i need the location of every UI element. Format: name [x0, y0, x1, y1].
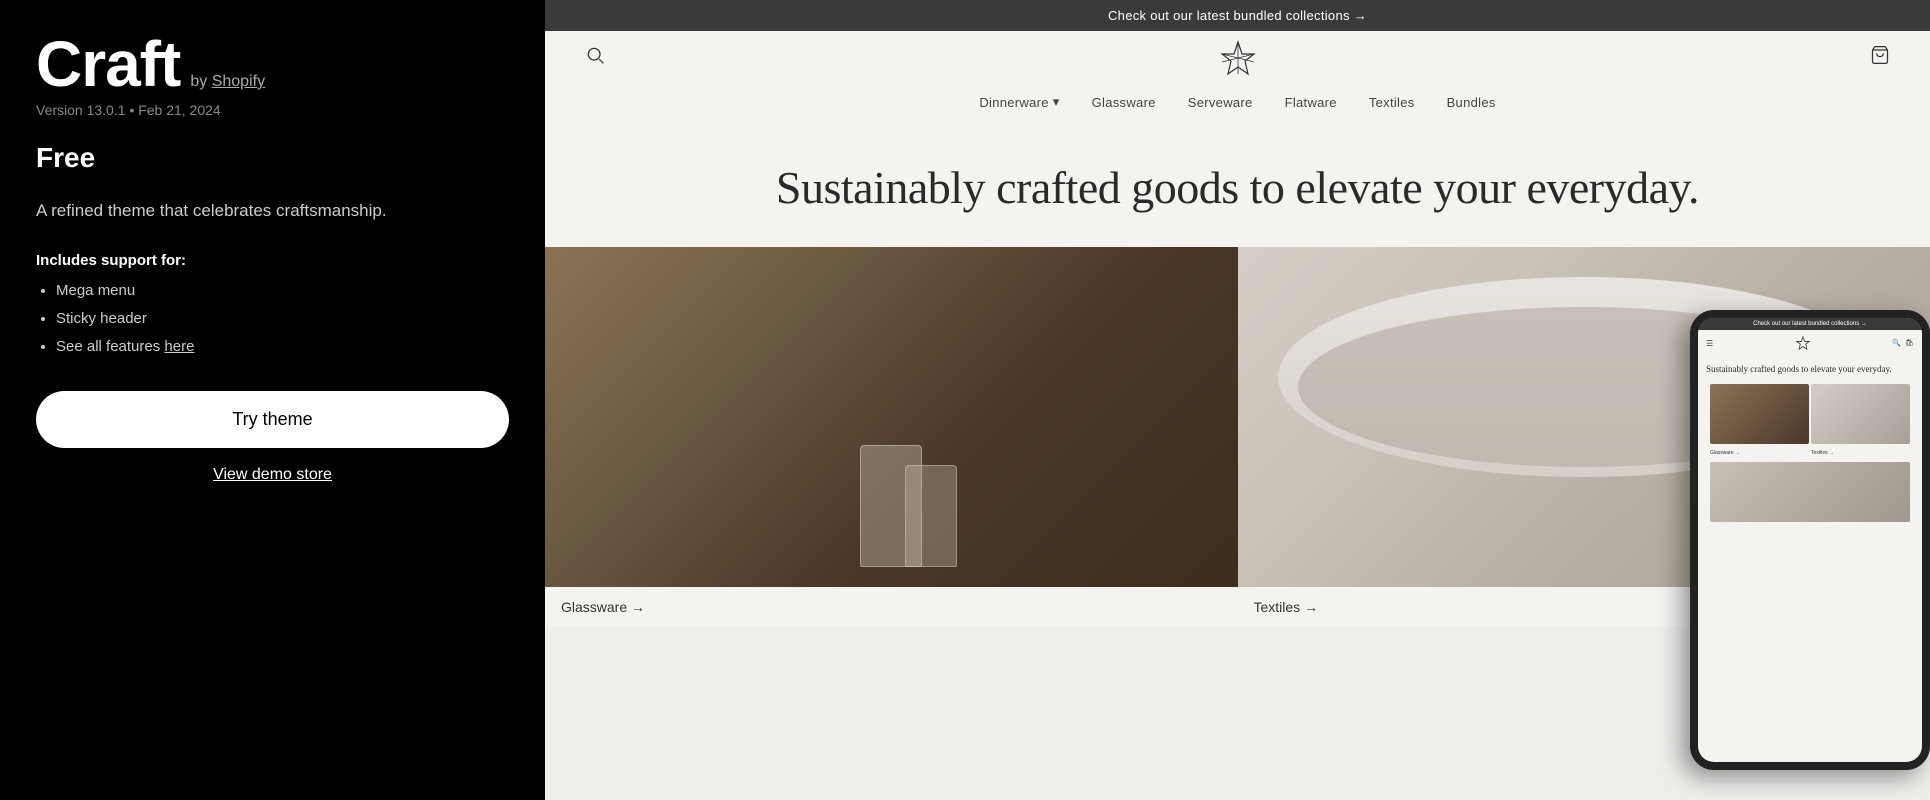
mobile-label-glassware: Glassware → — [1710, 448, 1809, 458]
nav-flatware[interactable]: Flatware — [1285, 95, 1337, 110]
nav-logo[interactable] — [1220, 40, 1256, 76]
price-badge: Free — [36, 142, 509, 174]
mobile-screen: Check out our latest bundled collections… — [1698, 318, 1922, 762]
nav-right — [1870, 45, 1890, 70]
mobile-label-textiles: Textiles → — [1811, 448, 1910, 458]
product-card-glassware[interactable]: Glassware → — [545, 247, 1238, 627]
mobile-grid-labels: Glassware → Textiles → — [1706, 448, 1914, 458]
try-theme-button[interactable]: Try theme — [36, 391, 509, 448]
nav-left — [585, 45, 605, 70]
mobile-device: Check out our latest bundled collections… — [1690, 310, 1930, 770]
hero-title: Sustainably crafted goods to elevate you… — [585, 160, 1890, 215]
right-panel: Check out our latest bundled collections… — [545, 0, 1930, 800]
left-panel: Craft by Shopify Version 13.0.1 • Feb 21… — [0, 0, 545, 800]
cart-icon[interactable] — [1870, 45, 1890, 70]
nav-serveware[interactable]: Serveware — [1188, 95, 1253, 110]
mobile-grid-item-glassware — [1710, 384, 1809, 444]
view-demo-link[interactable]: View demo store — [36, 466, 509, 484]
support-heading: Includes support for: — [36, 252, 509, 269]
theme-title: Craft — [36, 32, 180, 96]
nav-textiles[interactable]: Textiles — [1369, 95, 1415, 110]
mobile-device-overlay: Check out our latest bundled collections… — [1690, 310, 1930, 800]
mobile-hero-title: Sustainably crafted goods to elevate you… — [1706, 364, 1914, 376]
mobile-hero: Sustainably crafted goods to elevate you… — [1698, 356, 1922, 534]
store-hero: Sustainably crafted goods to elevate you… — [545, 124, 1930, 247]
nav-wrapper — [585, 45, 1890, 70]
mobile-nav: ☰ 🔍 🛍 — [1698, 330, 1922, 356]
mobile-grid — [1706, 384, 1914, 444]
list-item-features: See all features here — [56, 335, 509, 359]
list-item: Sticky header — [56, 307, 509, 331]
description: A refined theme that celebrates craftsma… — [36, 198, 509, 224]
nav-bundles[interactable]: Bundles — [1447, 95, 1496, 110]
mobile-extra-image — [1710, 462, 1910, 522]
support-list: Mega menu Sticky header See all features… — [36, 279, 509, 363]
features-link[interactable]: here — [164, 338, 194, 355]
chevron-down-icon: ▾ — [1053, 94, 1060, 110]
category-nav: Dinnerware ▾ Glassware Serveware Flatwar… — [545, 84, 1930, 124]
mobile-menu-icon: ☰ — [1706, 339, 1713, 348]
by-shopify: by Shopify — [190, 73, 265, 91]
product-label-glassware: Glassware → — [545, 587, 1238, 627]
search-icon[interactable] — [585, 45, 605, 70]
glassware-image — [545, 247, 1238, 587]
mobile-cart-icon: 🛍 — [1905, 339, 1914, 347]
store-nav — [545, 31, 1930, 84]
version-info: Version 13.0.1 • Feb 21, 2024 — [36, 102, 509, 118]
product-grid: Glassware → Textiles → Check out our lat… — [545, 247, 1930, 800]
mobile-search-icon: 🔍 — [1892, 339, 1901, 347]
mobile-announcement: Check out our latest bundled collections… — [1698, 318, 1922, 330]
store-preview: Check out our latest bundled collections… — [545, 0, 1930, 800]
shopify-link[interactable]: Shopify — [212, 73, 265, 90]
nav-dinnerware[interactable]: Dinnerware ▾ — [979, 94, 1059, 110]
nav-glassware[interactable]: Glassware — [1092, 95, 1156, 110]
list-item: Mega menu — [56, 279, 509, 303]
announcement-bar: Check out our latest bundled collections… — [545, 0, 1930, 31]
mobile-grid-item-textiles — [1811, 384, 1910, 444]
